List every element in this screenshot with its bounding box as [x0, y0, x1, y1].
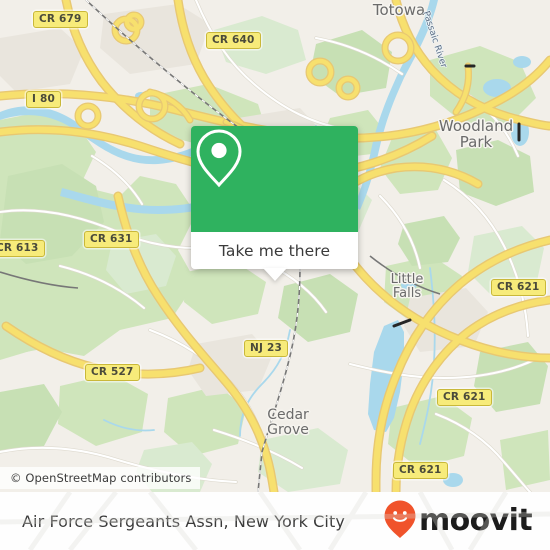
- route-shield-i80: I 80: [26, 91, 61, 109]
- take-me-there-label: Take me there: [218, 241, 331, 260]
- route-shield-cr613: CR 613: [0, 240, 45, 258]
- popup-tail: [262, 268, 287, 281]
- route-shield-cr640: CR 640: [206, 32, 261, 50]
- route-shield-cr527: CR 527: [85, 364, 140, 382]
- route-shield-nj23: NJ 23: [244, 340, 288, 358]
- moovit-smiley-pin-icon: [383, 499, 417, 544]
- route-shield-cr621-a: CR 621: [491, 279, 546, 297]
- route-shield-cr621-b: CR 621: [437, 389, 492, 407]
- moovit-logo[interactable]: moovit: [383, 499, 533, 544]
- take-me-there-button[interactable]: Take me there: [191, 232, 358, 281]
- popup-pin-area: [191, 126, 358, 232]
- location-popup[interactable]: Take me there: [191, 126, 358, 281]
- moovit-wordmark: moovit: [418, 503, 533, 538]
- page-title: Air Force Sergeants Assn, New York City: [22, 511, 345, 531]
- route-shield-cr621-c: CR 621: [393, 462, 448, 480]
- route-shield-cr679: CR 679: [33, 11, 88, 29]
- route-shield-cr631: CR 631: [84, 231, 139, 249]
- map-canvas[interactable]: .green { fill:#cfe5bb; } .green2 { fill:…: [0, 0, 550, 492]
- map-screen: .green { fill:#cfe5bb; } .green2 { fill:…: [0, 0, 550, 550]
- footer-bar: Air Force Sergeants Assn, New York City …: [0, 492, 550, 550]
- osm-attribution[interactable]: © OpenStreetMap contributors: [0, 467, 201, 489]
